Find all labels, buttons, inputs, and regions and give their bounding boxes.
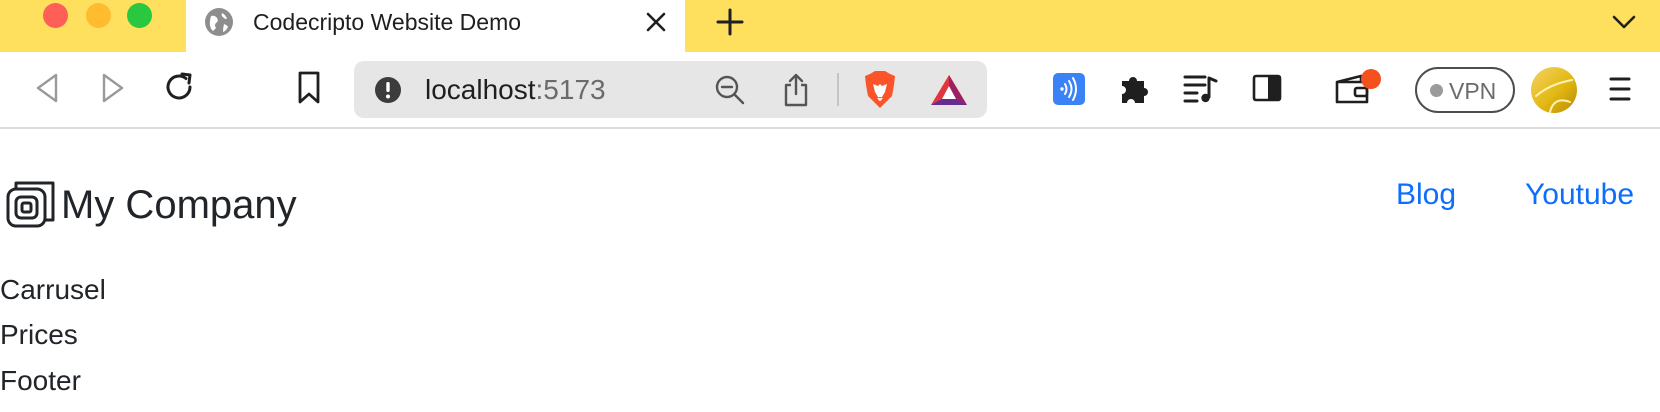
window-maximize-button[interactable] [127,3,152,28]
address-bar[interactable]: localhost:5173 [354,61,987,118]
brave-lion-icon[interactable] [862,70,898,110]
url-host: localhost [425,74,536,105]
address-bar-divider [837,73,839,106]
speedreader-icon[interactable] [1052,72,1086,106]
url-port: :5173 [535,74,606,105]
vpn-button[interactable]: VPN [1415,67,1515,113]
tab-active[interactable]: Codecripto Website Demo [186,0,685,52]
wallet-icon[interactable] [1333,68,1381,108]
section-footer: Footer [0,365,81,396]
section-carrusel: Carrusel [0,274,106,305]
globe-icon [205,8,233,36]
tab-strip: Codecripto Website Demo [0,0,1660,52]
chevron-down-icon[interactable] [1610,10,1638,34]
tab-title: Codecripto Website Demo [253,9,522,35]
url-text[interactable]: localhost:5173 [425,74,606,106]
nav-link-blog[interactable]: Blog [1396,178,1456,212]
playlist-icon[interactable] [1183,72,1219,104]
back-icon[interactable] [32,71,62,105]
vpn-status-dot [1430,84,1443,97]
sidebar-icon[interactable] [1251,72,1283,104]
menu-icon[interactable] [1608,74,1632,104]
share-icon[interactable] [781,72,811,108]
avatar-icon[interactable] [1530,66,1578,114]
section-prices: Prices [0,319,78,350]
brave-rewards-icon[interactable] [929,73,969,107]
window-minimize-button[interactable] [86,3,111,28]
puzzle-icon[interactable] [1117,70,1153,106]
zoom-out-icon[interactable] [714,74,746,106]
plus-icon[interactable] [714,6,746,38]
close-icon[interactable] [642,8,670,36]
info-icon[interactable] [374,76,402,104]
forward-icon[interactable] [98,71,128,105]
vpn-label: VPN [1449,78,1497,104]
bookmark-icon[interactable] [294,70,324,106]
company-logo-icon [6,181,55,228]
toolbar: localhost:5173 VPN [0,52,1660,129]
nav-link-youtube[interactable]: Youtube [1525,178,1634,212]
window-close-button[interactable] [43,3,68,28]
reload-icon[interactable] [162,69,198,105]
brand-name[interactable]: My Company [61,183,297,228]
page-content: My Company Blog Youtube Carrusel Prices … [0,131,1660,412]
